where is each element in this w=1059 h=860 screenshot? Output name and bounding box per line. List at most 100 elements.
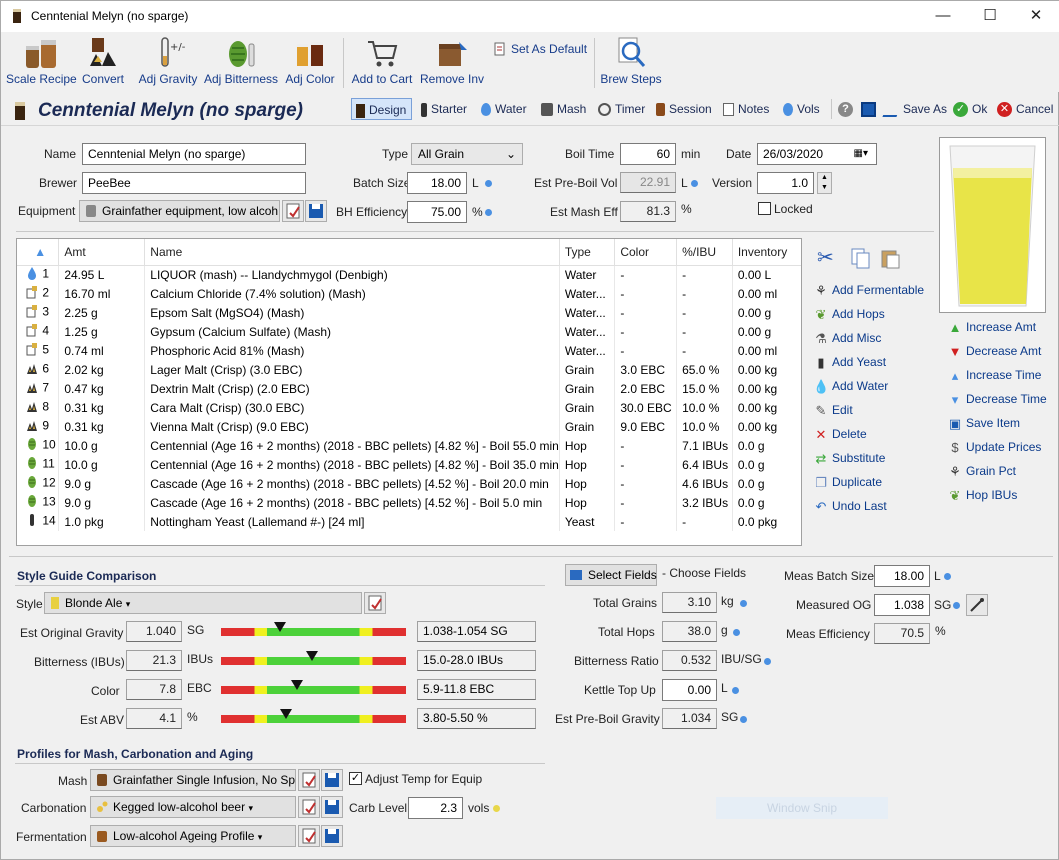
version-spinner[interactable]: ▲ ▼ xyxy=(817,172,832,194)
tab-session[interactable]: Session xyxy=(656,98,712,120)
decrease-time-button[interactable]: ▾ Decrease Time xyxy=(947,388,1057,410)
brewer-input[interactable]: PeeBee xyxy=(82,172,306,194)
edit-carbonation-button[interactable] xyxy=(298,796,320,818)
add-fermentable-button[interactable]: ⚘ Add Fermentable xyxy=(813,279,937,301)
undo-last-button[interactable]: ↶ Undo Last xyxy=(813,495,937,517)
substitute-button[interactable]: ⇄ Substitute xyxy=(813,447,937,469)
edit-style-button[interactable] xyxy=(364,592,386,614)
brew-steps-button[interactable]: Brew Steps xyxy=(599,34,663,90)
edit-button[interactable]: ✎ Edit xyxy=(813,399,937,421)
delete-button[interactable]: ✕ Delete xyxy=(813,423,937,445)
measured-og-input[interactable]: 1.038 xyxy=(874,594,930,616)
adj-gravity-button[interactable]: +/- Adj Gravity xyxy=(136,34,200,90)
cancel-button[interactable]: ✕ Cancel xyxy=(997,98,1053,120)
bh-efficiency-input[interactable]: 75.00 xyxy=(407,201,467,223)
col-ibu[interactable]: %/IBU xyxy=(676,239,733,266)
remove-inv-button[interactable]: Remove Inv xyxy=(419,34,485,90)
mash-profile-select[interactable]: Grainfather Single Infusion, No Spa xyxy=(90,769,296,791)
save-mash-button[interactable] xyxy=(321,769,343,791)
increase-time-button[interactable]: ▴ Increase Time xyxy=(947,364,1057,386)
tab-design[interactable]: Design xyxy=(351,98,412,120)
tab-mash[interactable]: Mash xyxy=(541,98,586,120)
table-row[interactable]: 5 0.74 ml Phosphoric Acid 81% (Mash) Water.… xyxy=(17,341,801,360)
update-prices-button[interactable]: $ Update Prices xyxy=(947,436,1057,458)
table-row[interactable]: 13 9.0 g Cascade (Age 16 + 2 months) (2018… xyxy=(17,493,801,512)
carbonation-select[interactable]: Kegged low-alcohol beer ▾ xyxy=(90,796,296,818)
kettle-top-up-input[interactable]: 0.00 xyxy=(662,679,717,701)
carb-level-input[interactable]: 2.3 xyxy=(408,797,463,819)
table-row[interactable]: 12 9.0 g Cascade (Age 16 + 2 months) (2018… xyxy=(17,474,801,493)
grain-pct-button[interactable]: ⚘ Grain Pct xyxy=(947,460,1057,482)
minimize-button[interactable]: — xyxy=(920,1,966,32)
table-row[interactable]: 1 24.95 L LIQUOR (mash) -- Llandychmygol (… xyxy=(17,265,801,284)
type-select[interactable]: All Grain ⌄ xyxy=(411,143,523,165)
table-row[interactable]: 2 16.70 ml Calcium Chloride (7.4% solution… xyxy=(17,284,801,303)
equipment-select[interactable]: Grainfather equipment, low alcoh xyxy=(79,200,280,222)
save-carbonation-button[interactable] xyxy=(321,796,343,818)
adjust-temp-checkbox[interactable]: ✓ xyxy=(349,772,362,785)
table-row[interactable]: 14 1.0 pkg Nottingham Yeast (Lallemand #-)… xyxy=(17,512,801,531)
save-equipment-button[interactable] xyxy=(305,200,327,222)
convert-button[interactable]: Convert xyxy=(79,34,127,90)
window-title: Cenntenial Melyn (no sparge) xyxy=(31,9,189,23)
save-as-button[interactable]: Save As xyxy=(882,98,947,120)
meas-batch-input[interactable]: 18.00 xyxy=(874,565,930,587)
scale-recipe-button[interactable]: Scale Recipe xyxy=(6,34,77,90)
adj-color-button[interactable]: Adj Color xyxy=(283,34,337,90)
add-to-cart-button[interactable]: Add to Cart xyxy=(349,34,415,90)
table-row[interactable]: 6 2.02 kg Lager Malt (Crisp) (3.0 EBC) Grai… xyxy=(17,360,801,379)
maximize-button[interactable]: ☐ xyxy=(967,1,1013,32)
save-fermentation-button[interactable] xyxy=(321,825,343,847)
adj-bitterness-button[interactable]: Adj Bitterness xyxy=(203,34,279,90)
copy-icon[interactable] xyxy=(849,247,873,269)
locked-checkbox[interactable] xyxy=(758,202,771,215)
name-input[interactable]: Cenntenial Melyn (no sparge) xyxy=(82,143,306,165)
hydrometer-tool-button[interactable] xyxy=(966,594,988,616)
tab-notes[interactable]: Notes xyxy=(723,98,769,120)
edit-equipment-button[interactable] xyxy=(282,200,304,222)
edit-mash-button[interactable] xyxy=(298,769,320,791)
set-as-default-button[interactable]: Set As Default xyxy=(493,34,587,56)
hop-ibus-button[interactable]: ❦ Hop IBUs xyxy=(947,484,1057,506)
edit-fermentation-button[interactable] xyxy=(298,825,320,847)
col-type[interactable]: Type xyxy=(559,239,616,266)
increase-amt-button[interactable]: ▲ Increase Amt xyxy=(947,316,1057,338)
col-name[interactable]: Name xyxy=(144,239,560,266)
add-yeast-button[interactable]: ▮ Add Yeast xyxy=(813,351,937,373)
save-item-button[interactable]: ▣ Save Item xyxy=(947,412,1057,434)
tab-timer[interactable]: Timer xyxy=(598,98,645,120)
fermentation-select[interactable]: Low-alcohol Ageing Profile ▾ xyxy=(90,825,296,847)
table-row[interactable]: 9 0.31 kg Vienna Malt (Crisp) (9.0 EBC) Gra… xyxy=(17,417,801,436)
boil-time-input[interactable]: 60 xyxy=(620,143,676,165)
paste-icon[interactable] xyxy=(879,247,903,269)
table-row[interactable]: 11 10.0 g Centennial (Age 16 + 2 months) (… xyxy=(17,455,801,474)
duplicate-button[interactable]: ❐ Duplicate xyxy=(813,471,937,493)
col-color[interactable]: Color xyxy=(614,239,678,266)
close-button[interactable]: ✕ xyxy=(1013,1,1059,32)
add-misc-button[interactable]: ⚗ Add Misc xyxy=(813,327,937,349)
recipe-title: Cenntenial Melyn (no sparge) xyxy=(38,100,303,121)
version-input[interactable]: 1.0 xyxy=(757,172,814,194)
sort-icon[interactable]: ▲ xyxy=(17,239,60,266)
table-row[interactable]: 3 2.25 g Epsom Salt (MgSO4) (Mash) Water...… xyxy=(17,303,801,322)
tab-water[interactable]: Water xyxy=(481,98,527,120)
measured-og-unit: SG xyxy=(934,598,952,612)
ok-button[interactable]: ✓ Ok xyxy=(953,98,987,120)
col-amt[interactable]: Amt xyxy=(58,239,146,266)
cut-icon[interactable]: ✂ xyxy=(817,245,834,270)
add-water-button[interactable]: 💧 Add Water xyxy=(813,375,937,397)
table-row[interactable]: 4 1.25 g Gypsum (Calcium Sulfate) (Mash) Wa… xyxy=(17,322,801,341)
table-row[interactable]: 8 0.31 kg Cara Malt (Crisp) (30.0 EBC) Grai… xyxy=(17,398,801,417)
col-inventory[interactable]: Inventory xyxy=(732,239,801,266)
tab-vols[interactable]: Vols xyxy=(783,98,820,120)
save-button[interactable] xyxy=(861,98,880,120)
style-select[interactable]: Blonde Ale ▾ xyxy=(44,592,362,614)
tab-starter[interactable]: Starter xyxy=(421,98,467,120)
decrease-amt-button[interactable]: ▼ Decrease Amt xyxy=(947,340,1057,362)
add-hops-button[interactable]: ❦ Add Hops xyxy=(813,303,937,325)
table-row[interactable]: 7 0.47 kg Dextrin Malt (Crisp) (2.0 EBC) Gr… xyxy=(17,379,801,398)
batch-size-input[interactable]: 18.00 xyxy=(407,172,467,194)
table-row[interactable]: 10 10.0 g Centennial (Age 16 + 2 months) (… xyxy=(17,436,801,455)
help-button[interactable]: ? xyxy=(838,98,857,120)
date-picker[interactable]: 26/03/2020 ▦▾ xyxy=(757,143,877,165)
